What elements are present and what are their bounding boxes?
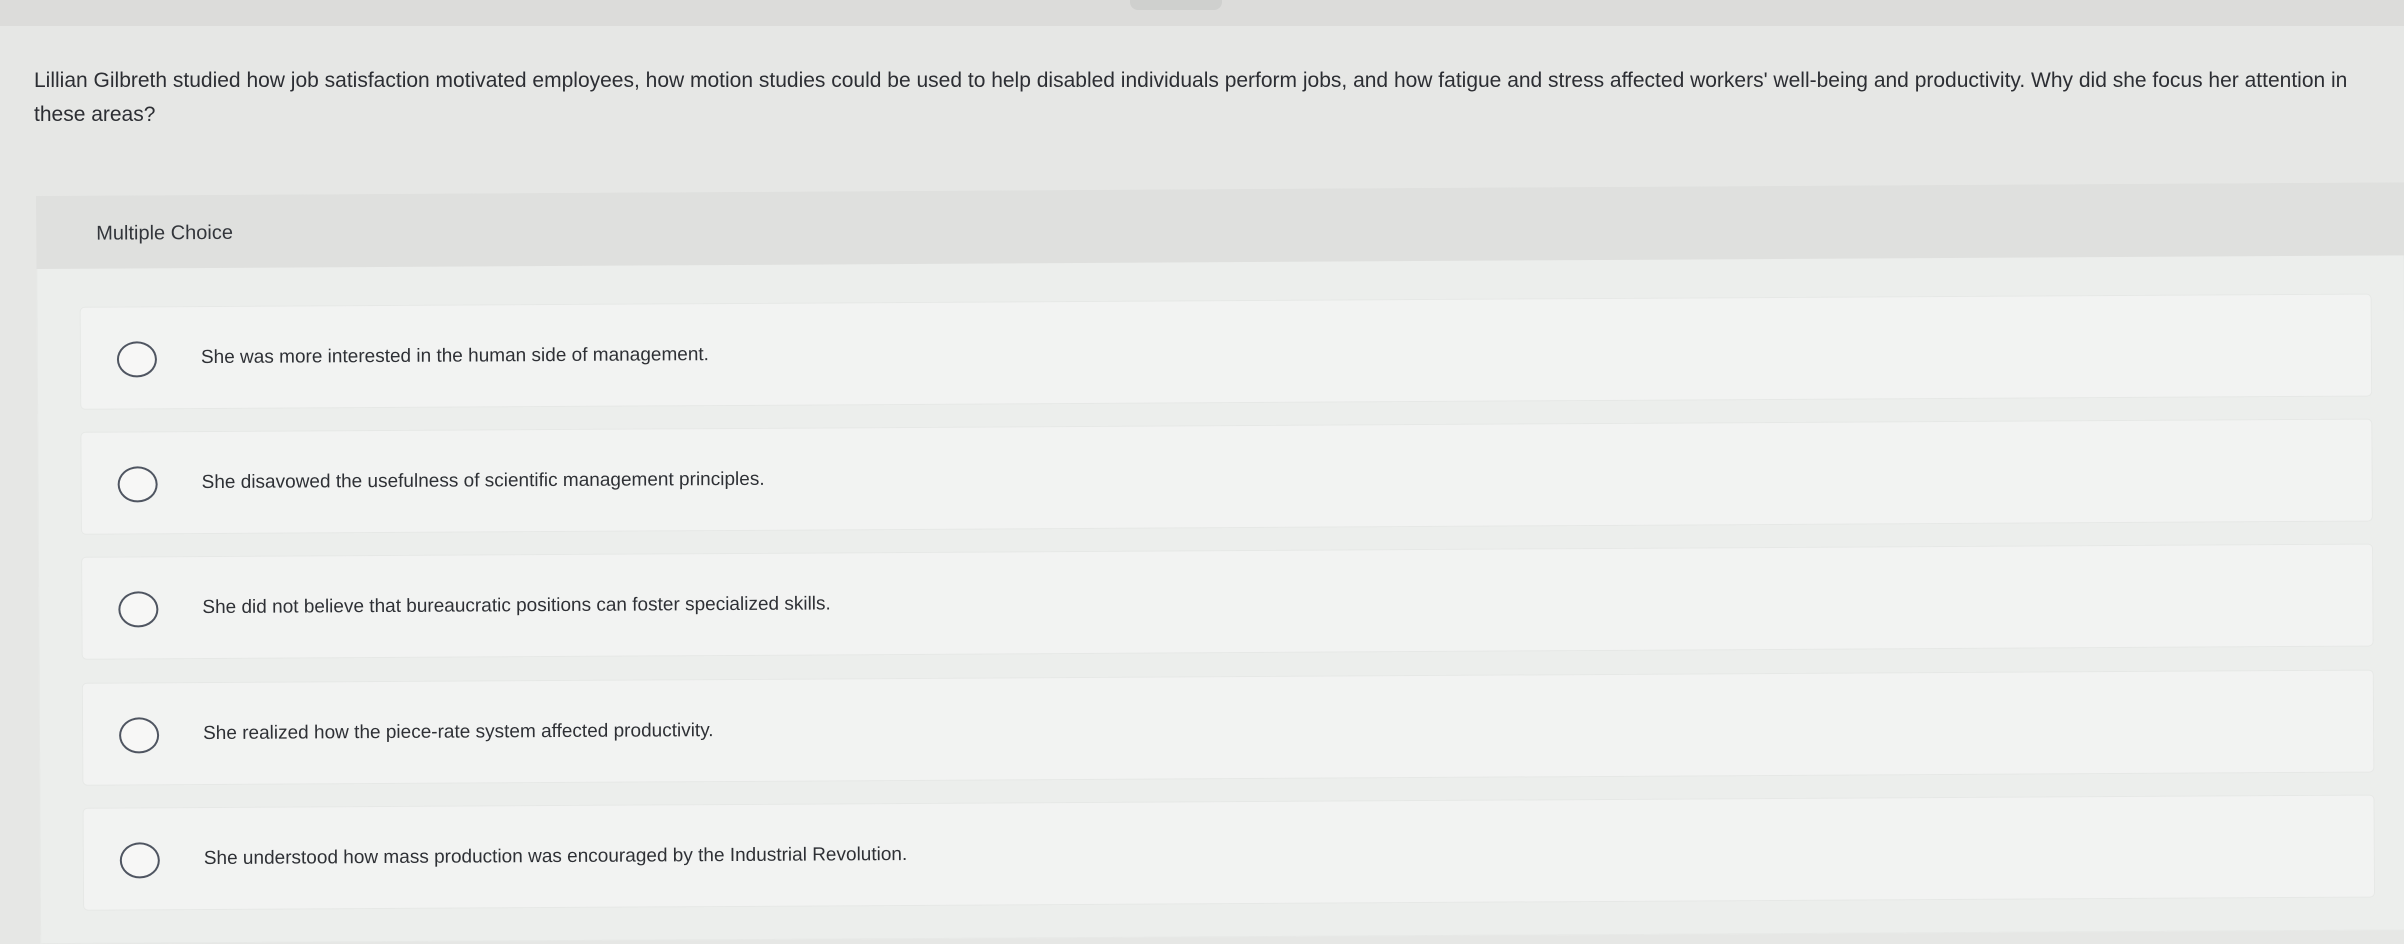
multiple-choice-label: Multiple Choice [96, 221, 234, 245]
answer-option-label: She understood how mass production was e… [203, 843, 908, 870]
answer-option-4[interactable]: She realized how the piece-rate system a… [82, 670, 2374, 785]
radio-button-icon[interactable] [116, 341, 158, 378]
answer-option-label: She did not believe that bureaucratic po… [202, 593, 831, 619]
question-text: Lillian Gilbreth studied how job satisfa… [34, 69, 2348, 126]
radio-button-icon[interactable] [119, 842, 160, 879]
answer-option-3[interactable]: She did not believe that bureaucratic po… [82, 544, 2373, 659]
multiple-choice-header: Multiple Choice [36, 182, 2404, 269]
answer-option-5[interactable]: She understood how mass production was e… [83, 795, 2375, 910]
top-tab-shape [1130, 0, 1222, 10]
radio-button-icon[interactable] [118, 591, 159, 628]
multiple-choice-panel: Multiple Choice She was more interested … [36, 182, 2404, 944]
answer-option-label: She disavowed the usefulness of scientif… [201, 468, 765, 494]
answer-option-label: She was more interested in the human sid… [200, 344, 710, 369]
radio-button-icon[interactable] [117, 466, 158, 503]
answer-option-2[interactable]: She disavowed the usefulness of scientif… [81, 419, 2372, 534]
answer-option-1[interactable]: She was more interested in the human sid… [80, 294, 2372, 409]
top-browser-strip [0, 0, 2404, 26]
answer-option-label: She realized how the piece-rate system a… [203, 720, 714, 745]
radio-button-icon[interactable] [119, 717, 160, 754]
